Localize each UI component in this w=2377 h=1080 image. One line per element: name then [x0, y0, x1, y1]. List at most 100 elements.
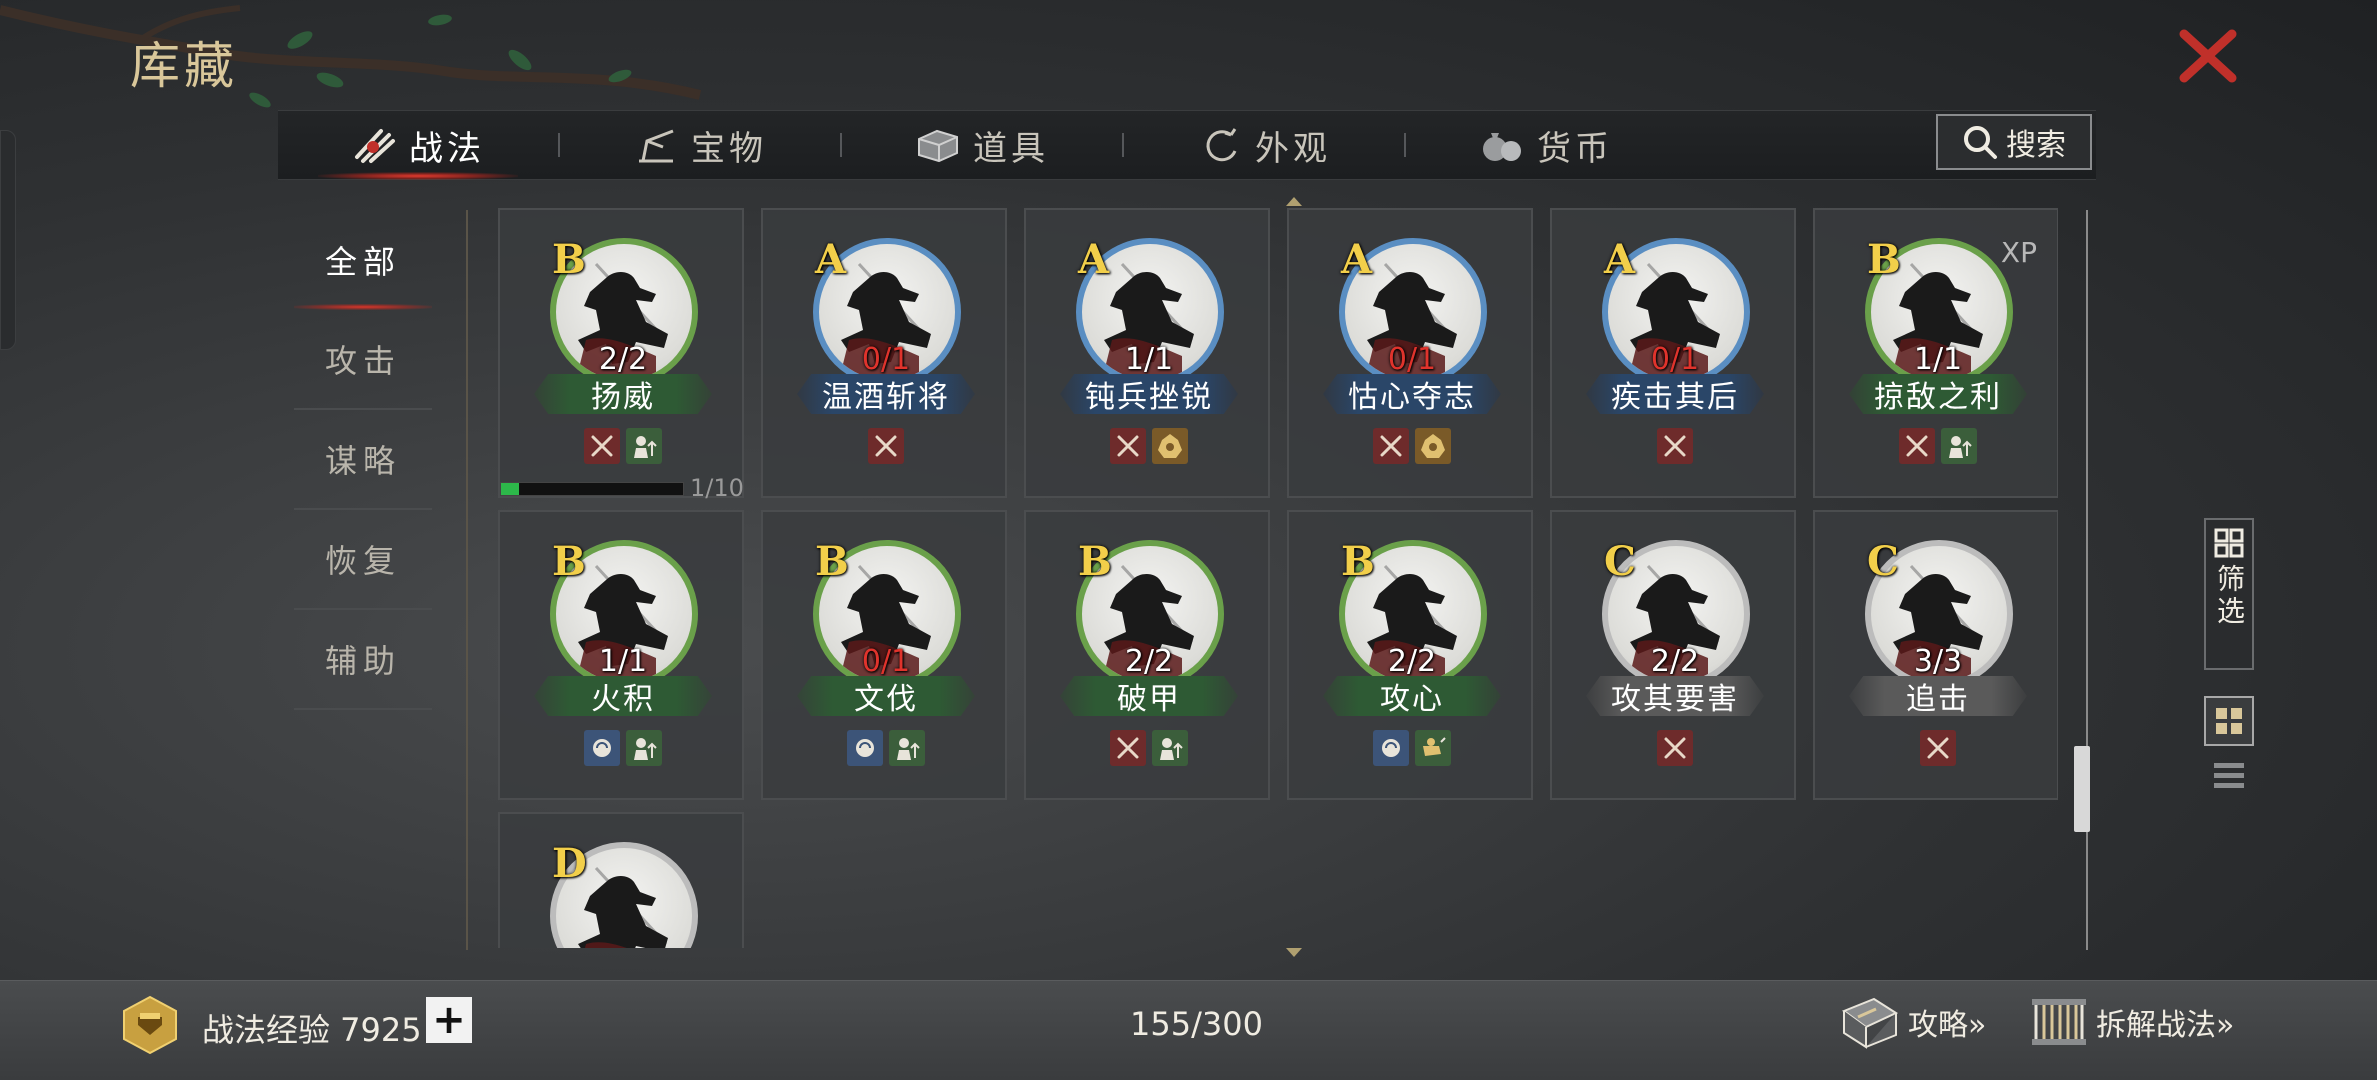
skill-count: 0/1 — [861, 644, 911, 679]
skill-grade: D — [552, 840, 587, 887]
intel-type-icon — [847, 730, 883, 766]
search-button[interactable]: 搜索 — [1936, 114, 2092, 170]
skill-grade: A — [1078, 236, 1110, 283]
skill-count: 0/1 — [1650, 342, 1700, 377]
close-icon[interactable] — [2176, 28, 2240, 84]
tab-skills[interactable]: 战法 — [278, 110, 558, 180]
top-tab-bar: 战法 宝物 道具 外观 货币 — [278, 110, 2096, 180]
swirl-icon — [1206, 128, 1237, 162]
skill-card[interactable]: A 0/1 温酒斩将 — [761, 208, 1007, 498]
skill-card[interactable]: B 2/2 破甲 — [1024, 510, 1270, 800]
skill-count: 1/1 — [1913, 342, 1963, 377]
buff-type-icon — [626, 428, 662, 464]
skill-exp-icon — [123, 995, 177, 1055]
skill-card[interactable]: B XP 1/1 掠敌之利 — [1813, 208, 2058, 498]
category-all[interactable]: 全部 — [294, 210, 432, 310]
skill-grade: B — [1341, 538, 1375, 585]
skill-grade: B — [1078, 538, 1112, 585]
category-nav: 全部 攻击 谋略 恢复 辅助 — [294, 210, 432, 710]
skill-tags — [1815, 730, 2058, 766]
skill-card[interactable]: B 2/2 攻心 — [1287, 510, 1533, 800]
category-attack[interactable]: 攻击 — [294, 310, 432, 410]
guide-book-icon — [1841, 997, 1899, 1049]
scroll-down-arrow-icon[interactable] — [1284, 946, 1304, 960]
guide-label: 攻略» — [1908, 1008, 1987, 1043]
buff-type-icon — [1152, 730, 1188, 766]
attack-type-icon — [1657, 730, 1693, 766]
skill-name: 追击 — [1849, 676, 2027, 716]
tab-items[interactable]: 道具 — [842, 110, 1122, 180]
tab-appearance[interactable]: 外观 — [1124, 110, 1404, 180]
money-bag-icon — [1483, 133, 1521, 161]
skill-count: 2/2 — [598, 342, 648, 377]
tab-currency[interactable]: 货币 — [1406, 110, 1686, 180]
category-support[interactable]: 辅助 — [294, 610, 432, 710]
skill-name: 怙心夺志 — [1323, 374, 1501, 414]
search-icon — [1964, 126, 1997, 159]
grid-filter-icon — [2214, 528, 2244, 558]
skill-card[interactable]: C 3/3 追击 — [1813, 510, 2058, 800]
decompose-skill-button[interactable]: 拆解战法» — [2030, 993, 2234, 1051]
page-title: 库藏 — [130, 37, 238, 95]
treasure-icon — [639, 129, 674, 163]
skill-count: 2/2 — [1650, 644, 1700, 679]
skill-count: 2/2 — [1387, 644, 1437, 679]
skill-grade: B — [1867, 236, 1901, 283]
divider — [466, 210, 468, 950]
skill-progress-text: 1/10 — [690, 474, 744, 502]
skill-name: 攻其要害 — [1586, 676, 1764, 716]
add-exp-button[interactable]: + — [426, 997, 472, 1043]
skill-card[interactable]: B 0/1 文伐 — [761, 510, 1007, 800]
skill-tags — [1815, 428, 2058, 464]
attack-type-icon — [1110, 428, 1146, 464]
skill-progress-bar — [500, 482, 684, 496]
grid-view-button[interactable] — [2204, 696, 2254, 746]
tab-label: 货币 — [1537, 128, 1613, 169]
scroll-stack-icon — [2032, 999, 2086, 1045]
skill-tags — [763, 730, 1009, 766]
skill-tags — [1552, 730, 1798, 766]
buff-type-icon — [889, 730, 925, 766]
skill-card[interactable]: A 1/1 钝兵挫锐 — [1024, 208, 1270, 498]
skill-progress-fill — [501, 483, 520, 495]
skill-name: 破甲 — [1060, 676, 1238, 716]
skill-tags — [1289, 428, 1535, 464]
scroll-bundle-icon — [355, 129, 395, 163]
skill-card[interactable]: A 0/1 怙心夺志 — [1287, 208, 1533, 498]
category-recovery[interactable]: 恢复 — [294, 510, 432, 610]
attack-type-icon — [1920, 730, 1956, 766]
skill-card[interactable]: A 0/1 疾击其后 — [1550, 208, 1796, 498]
skill-grade: B — [552, 538, 586, 585]
skill-grade: A — [1604, 236, 1636, 283]
skill-exp-label: 战法经验 7925 — [202, 1011, 422, 1049]
skill-card[interactable]: D — [498, 812, 744, 948]
scrollbar-thumb[interactable] — [2074, 746, 2090, 832]
tab-treasures[interactable]: 宝物 — [560, 110, 840, 180]
attack-type-icon — [584, 428, 620, 464]
control-type-icon — [1415, 428, 1451, 464]
skill-card[interactable]: B 2/2 扬威 1/10 — [498, 208, 744, 502]
skill-grid: B 2/2 扬威 1/10 A 0/1 温酒斩将 A 1/1 钝兵挫锐 A 0/1 怙心夺志 A 0/1 疾击… — [498, 208, 2058, 948]
skill-name: 钝兵挫锐 — [1060, 374, 1238, 414]
grid-view-icon — [2216, 708, 2242, 734]
bottom-bar: 战法经验 7925 + 155/300 攻略» 拆解战法» — [0, 980, 2377, 1080]
guide-button[interactable]: 攻略» — [1838, 993, 1986, 1051]
list-view-button[interactable] — [2204, 752, 2254, 798]
scroll-up-arrow-icon[interactable] — [1284, 194, 1304, 208]
skill-name: 扬威 — [534, 374, 712, 414]
skill-name: 掠敌之利 — [1849, 374, 2027, 414]
scrollbar-track — [2086, 210, 2088, 950]
skill-capacity: 155/300 — [1130, 1005, 1263, 1043]
skill-count: 1/1 — [598, 644, 648, 679]
filter-label: 筛选 — [2213, 564, 2246, 628]
skill-tags — [763, 428, 1009, 464]
category-strategy[interactable]: 谋略 — [294, 410, 432, 510]
skill-grade: B — [815, 538, 849, 585]
skill-tags — [1289, 730, 1535, 766]
skill-tags — [1026, 730, 1272, 766]
tab-label: 道具 — [973, 128, 1049, 169]
skill-grade: A — [815, 236, 847, 283]
filter-button[interactable]: 筛选 — [2204, 518, 2254, 670]
skill-card[interactable]: B 1/1 火积 — [498, 510, 744, 800]
skill-card[interactable]: C 2/2 攻其要害 — [1550, 510, 1796, 800]
